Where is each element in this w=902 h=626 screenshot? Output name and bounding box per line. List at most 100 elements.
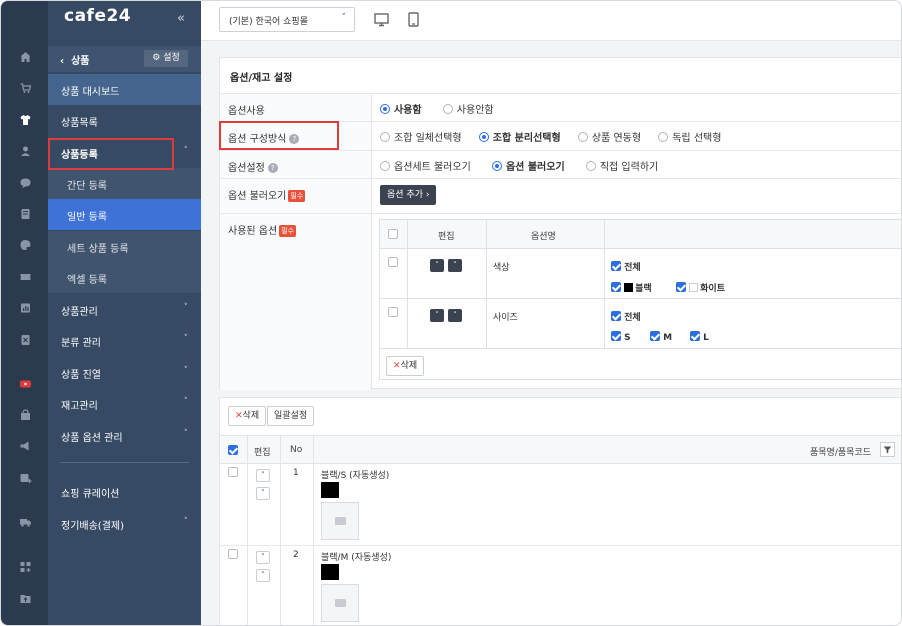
header-item-name: 품목명/품목코드 bbox=[810, 448, 871, 458]
color-all-checkbox[interactable]: 전체 bbox=[611, 260, 641, 273]
image-placeholder[interactable] bbox=[321, 502, 359, 540]
radio-use[interactable]: 사용함 bbox=[380, 101, 422, 116]
item-checkbox[interactable] bbox=[228, 549, 238, 561]
menu-item-normal-register[interactable]: 일반 등록 bbox=[48, 199, 201, 230]
delete-option-button[interactable]: ✕삭제 bbox=[386, 356, 425, 376]
mobile-icon[interactable] bbox=[406, 12, 421, 27]
cart-icon[interactable] bbox=[19, 82, 32, 94]
menu-item-set-product-register[interactable]: 세트 상품 등록 bbox=[48, 231, 201, 262]
option-row-checkbox[interactable] bbox=[388, 307, 398, 319]
bulk-label: 일괄설정 bbox=[274, 411, 308, 421]
radio-combined-all[interactable]: 조합 일체선택형 bbox=[380, 129, 462, 144]
stats-icon[interactable] bbox=[19, 302, 32, 314]
home-icon[interactable] bbox=[19, 51, 32, 63]
document-icon[interactable] bbox=[19, 208, 32, 220]
radio-not-use[interactable]: 사용안함 bbox=[442, 101, 494, 116]
size-l-checkbox[interactable]: L bbox=[690, 331, 709, 343]
row-option-setting: 옵션설정? 옵션세트 불러오기 옵션 불러오기 직접 입력하기 bbox=[220, 150, 901, 178]
color-black-checkbox[interactable]: 블랙 bbox=[611, 281, 652, 294]
move-down-button[interactable]: ˅ bbox=[256, 487, 270, 500]
size-m-checkbox[interactable]: M bbox=[650, 331, 672, 343]
color-white-checkbox[interactable]: 화이트 bbox=[676, 281, 725, 294]
row-use-option: 옵션사용 사용함 사용안함 bbox=[220, 93, 901, 121]
item-checkbox[interactable] bbox=[228, 467, 238, 479]
radio-label: 조합 분리선택형 bbox=[492, 133, 561, 144]
apps-add-icon[interactable] bbox=[19, 561, 32, 573]
size-all-checkbox[interactable]: 전체 bbox=[611, 310, 641, 323]
move-up-button[interactable]: ˄ bbox=[256, 469, 270, 482]
menu-item-product-manage[interactable]: 상품관리 ˅ bbox=[48, 294, 201, 325]
menu-section-title[interactable]: ‹ 상품 bbox=[60, 52, 90, 67]
size-s-checkbox[interactable]: S bbox=[611, 331, 631, 343]
item-no: 1 bbox=[293, 468, 299, 478]
move-up-button[interactable]: ˄ bbox=[256, 551, 270, 564]
row-label: 사용된 옵션 필수 bbox=[220, 214, 372, 390]
option-method-radios: 조합 일체선택형 조합 분리선택형 상품 연동형 독립 선택형 bbox=[380, 129, 739, 144]
chat-icon[interactable] bbox=[19, 177, 32, 189]
menu-item-product-list[interactable]: 상품목록 bbox=[48, 105, 201, 136]
col-divider bbox=[604, 220, 605, 348]
user-icon[interactable] bbox=[19, 145, 32, 157]
radio-label: 옵션세트 불러오기 bbox=[394, 162, 471, 173]
palette-icon[interactable] bbox=[19, 239, 32, 251]
folder-upload-icon[interactable] bbox=[19, 593, 32, 605]
help-icon[interactable]: ? bbox=[267, 163, 278, 173]
radio-label: 상품 연동형 bbox=[591, 133, 642, 144]
shirt-icon[interactable] bbox=[19, 114, 32, 126]
radio-load-option[interactable]: 옵션 불러오기 bbox=[491, 158, 565, 173]
move-down-button[interactable]: ˅ bbox=[430, 259, 444, 272]
close-icon: ✕ bbox=[393, 361, 401, 371]
desktop-icon[interactable] bbox=[374, 12, 389, 27]
chevron-down-icon: ˅ bbox=[183, 303, 189, 313]
store-icon[interactable] bbox=[19, 409, 32, 421]
menu-item-excel-register[interactable]: 엑셀 등록 bbox=[48, 262, 201, 293]
highlight-box-option-method bbox=[219, 121, 339, 150]
option-setting-label: 옵션설정? bbox=[228, 159, 278, 174]
add-option-button[interactable]: 옵션 추가 › bbox=[380, 185, 437, 205]
shop-select[interactable]: (기본) 한국어 쇼핑몰 ˅ bbox=[219, 7, 355, 32]
shop-add-icon[interactable] bbox=[19, 472, 32, 484]
truck-icon[interactable] bbox=[19, 516, 32, 528]
menu-item-stock-manage[interactable]: 재고관리 ˅ bbox=[48, 388, 201, 419]
radio-load-option-set[interactable]: 옵션세트 불러오기 bbox=[380, 158, 471, 173]
menu-item-category-manage[interactable]: 분류 관리 ˅ bbox=[48, 325, 201, 356]
radio-combined-separate[interactable]: 조합 분리선택형 bbox=[478, 129, 561, 144]
radio-direct-input[interactable]: 직접 입력하기 bbox=[585, 158, 658, 173]
option-name-color: 색상 bbox=[493, 263, 510, 273]
menu-item-product-dashboard[interactable]: 상품 대시보드 bbox=[48, 74, 201, 105]
header-edit: 편집 bbox=[254, 448, 271, 458]
header-option-name: 옵션명 bbox=[531, 232, 556, 242]
menu-item-product-display[interactable]: 상품 진열 ˅ bbox=[48, 357, 201, 388]
radio-independent[interactable]: 독립 선택형 bbox=[658, 129, 721, 144]
move-down-button[interactable]: ˅ bbox=[430, 309, 444, 322]
select-all-checkbox[interactable] bbox=[388, 229, 398, 241]
select-all-items-checkbox[interactable] bbox=[228, 445, 238, 457]
table-row: ˄ ˅ 1 블랙/S (자동생성) bbox=[220, 464, 901, 546]
ticket-icon[interactable] bbox=[19, 271, 32, 283]
menu-item-simple-register[interactable]: 간단 등록 bbox=[48, 168, 201, 199]
item-name: 블랙/M (자동생성) bbox=[321, 553, 392, 563]
excel-icon[interactable] bbox=[19, 334, 32, 346]
item-name: 블랙/S (자동생성) bbox=[321, 471, 390, 481]
move-up-button[interactable]: ˄ bbox=[448, 259, 462, 272]
radio-label: 사용안함 bbox=[456, 105, 494, 116]
option-row-checkbox[interactable] bbox=[388, 257, 398, 269]
filter-icon[interactable] bbox=[880, 442, 895, 457]
menu-label: 일반 등록 bbox=[67, 212, 107, 223]
radio-product-linked[interactable]: 상품 연동형 bbox=[577, 129, 642, 144]
menu-item-shopping-curation[interactable]: 쇼핑 큐레이션 bbox=[48, 476, 201, 507]
chevron-down-icon: ˅ bbox=[183, 517, 189, 527]
move-up-button[interactable]: ˄ bbox=[448, 309, 462, 322]
move-down-button[interactable]: ˅ bbox=[256, 569, 270, 582]
bulk-setting-button[interactable]: 일괄설정 bbox=[267, 406, 315, 426]
delete-items-button[interactable]: ✕삭제 bbox=[228, 406, 267, 426]
megaphone-icon[interactable] bbox=[19, 440, 32, 452]
menu-item-subscription[interactable]: 정기배송(결제) ˅ bbox=[48, 508, 201, 539]
youtube-icon[interactable] bbox=[19, 378, 32, 390]
image-placeholder[interactable] bbox=[321, 584, 359, 622]
checkbox-label: M bbox=[663, 333, 673, 343]
collapse-menu-icon[interactable]: « bbox=[177, 11, 185, 26]
brand-logo[interactable]: cafe24 bbox=[64, 6, 131, 26]
menu-settings-button[interactable]: ⚙ 설정 bbox=[144, 50, 188, 67]
menu-item-option-manage[interactable]: 상품 옵션 관리 ˅ bbox=[48, 420, 201, 451]
